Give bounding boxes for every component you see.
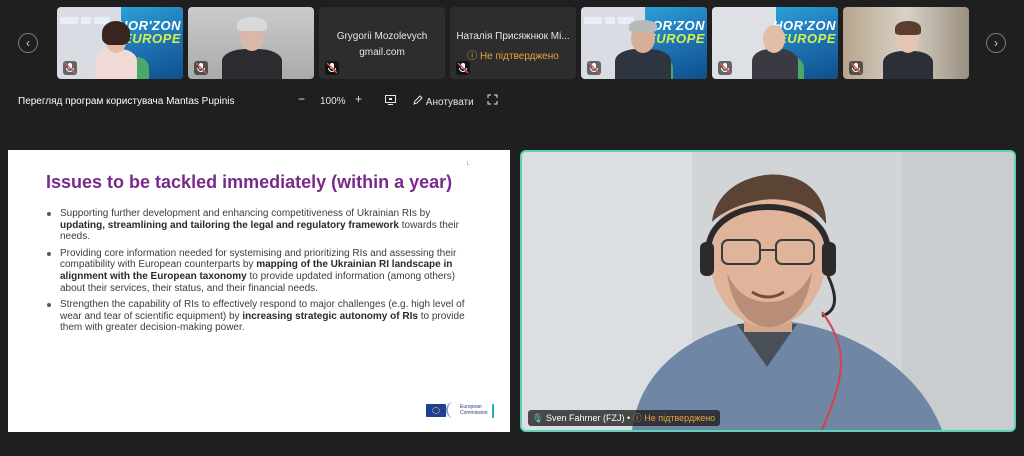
previous-participants-button[interactable]: ‹	[18, 33, 38, 53]
speaker-name: Sven Fahrner (FZJ)	[545, 413, 625, 423]
warning-icon: ⓘ	[632, 413, 642, 423]
annotate-label: Анотувати	[425, 97, 474, 108]
slide-title: Issues to be tackled immediately (within…	[46, 172, 453, 192]
participant-video	[883, 17, 933, 79]
speaker-video-frame	[522, 152, 1014, 430]
microphone-icon: 🎙	[532, 413, 544, 423]
bullet-item: Supporting further development and enhan…	[46, 208, 476, 243]
participant-name: Grygorii Mozolevych	[336, 31, 428, 42]
chevron-left-icon: ‹	[26, 36, 30, 50]
next-participants-button[interactable]: ›	[986, 33, 1006, 53]
participant-video	[615, 15, 671, 79]
slide-bullet-list: Supporting further development and enhan…	[46, 208, 476, 339]
unverified-status: ⓘ Не підтверджено	[632, 413, 716, 423]
screen-share-toolbar: Перегляд програм користувача Mantas Pupi…	[0, 92, 1024, 112]
pen-icon	[413, 95, 423, 105]
participant-tile-1[interactable]: HOR'ZON EUROPE	[57, 7, 183, 79]
slide-corner-mark: L	[467, 161, 470, 167]
participant-email: gmail.com	[359, 47, 405, 58]
zoom-in-button[interactable]: +	[355, 92, 362, 106]
participant-tile-7[interactable]	[843, 7, 969, 79]
mic-muted-icon	[194, 61, 208, 75]
bullet-dot-icon	[47, 303, 51, 308]
bullet-dot-icon	[47, 212, 51, 216]
bullet-item: Providing core information needed for sy…	[46, 248, 476, 294]
pop-out-button[interactable]	[384, 93, 397, 109]
pop-out-window-icon	[385, 95, 396, 105]
mic-muted-icon	[849, 61, 863, 75]
screen-share-title: Перегляд програм користувача Mantas Pupi…	[18, 96, 235, 107]
annotate-button[interactable]: Анотувати	[412, 95, 474, 108]
participant-video	[750, 17, 800, 79]
zoom-level: 100%	[320, 96, 346, 107]
participant-tile-3[interactable]: Grygorii Mozolevych gmail.com	[319, 7, 445, 79]
active-speaker-video[interactable]: 🎙 Sven Fahrner (FZJ) • ⓘ Не підтверджено	[520, 150, 1016, 432]
participant-tile-4[interactable]: Наталія Присяжнюк Мі... ⓘ Не підтверджен…	[450, 7, 576, 79]
shared-slide: L Issues to be tackled immediately (with…	[8, 150, 510, 432]
bullet-item: Strengthen the capability of RIs to effe…	[46, 299, 476, 334]
unverified-status: ⓘ Не підтверджено	[467, 51, 559, 62]
mic-muted-icon	[587, 61, 601, 75]
mic-muted-icon	[456, 61, 470, 75]
expand-icon	[487, 94, 498, 105]
bullet-dot-icon	[47, 251, 51, 256]
participant-tile-6[interactable]: HOR'ZON EUROPE	[712, 7, 838, 79]
mic-muted-icon	[718, 61, 732, 75]
participant-tile-2[interactable]	[188, 7, 314, 79]
participant-strip: ‹ HOR'ZON EUROPE Grygorii Mozolevych gmai…	[0, 0, 1024, 86]
participant-name: Наталія Присяжнюк Мі...	[456, 31, 570, 42]
fullscreen-button[interactable]	[487, 94, 498, 108]
participant-video	[222, 13, 282, 79]
speaker-name-label: 🎙 Sven Fahrner (FZJ) • ⓘ Не підтверджено	[528, 410, 721, 426]
chevron-right-icon: ›	[994, 36, 998, 50]
participant-tile-5[interactable]: HOR'ZON EUROPE	[581, 7, 707, 79]
mic-muted-icon	[325, 61, 339, 75]
eu-flag-icon	[426, 404, 446, 417]
participant-video	[91, 17, 141, 79]
mic-muted-icon	[63, 61, 77, 75]
zoom-out-button[interactable]: −	[298, 92, 305, 106]
european-commission-logo: European Commission	[422, 400, 494, 420]
